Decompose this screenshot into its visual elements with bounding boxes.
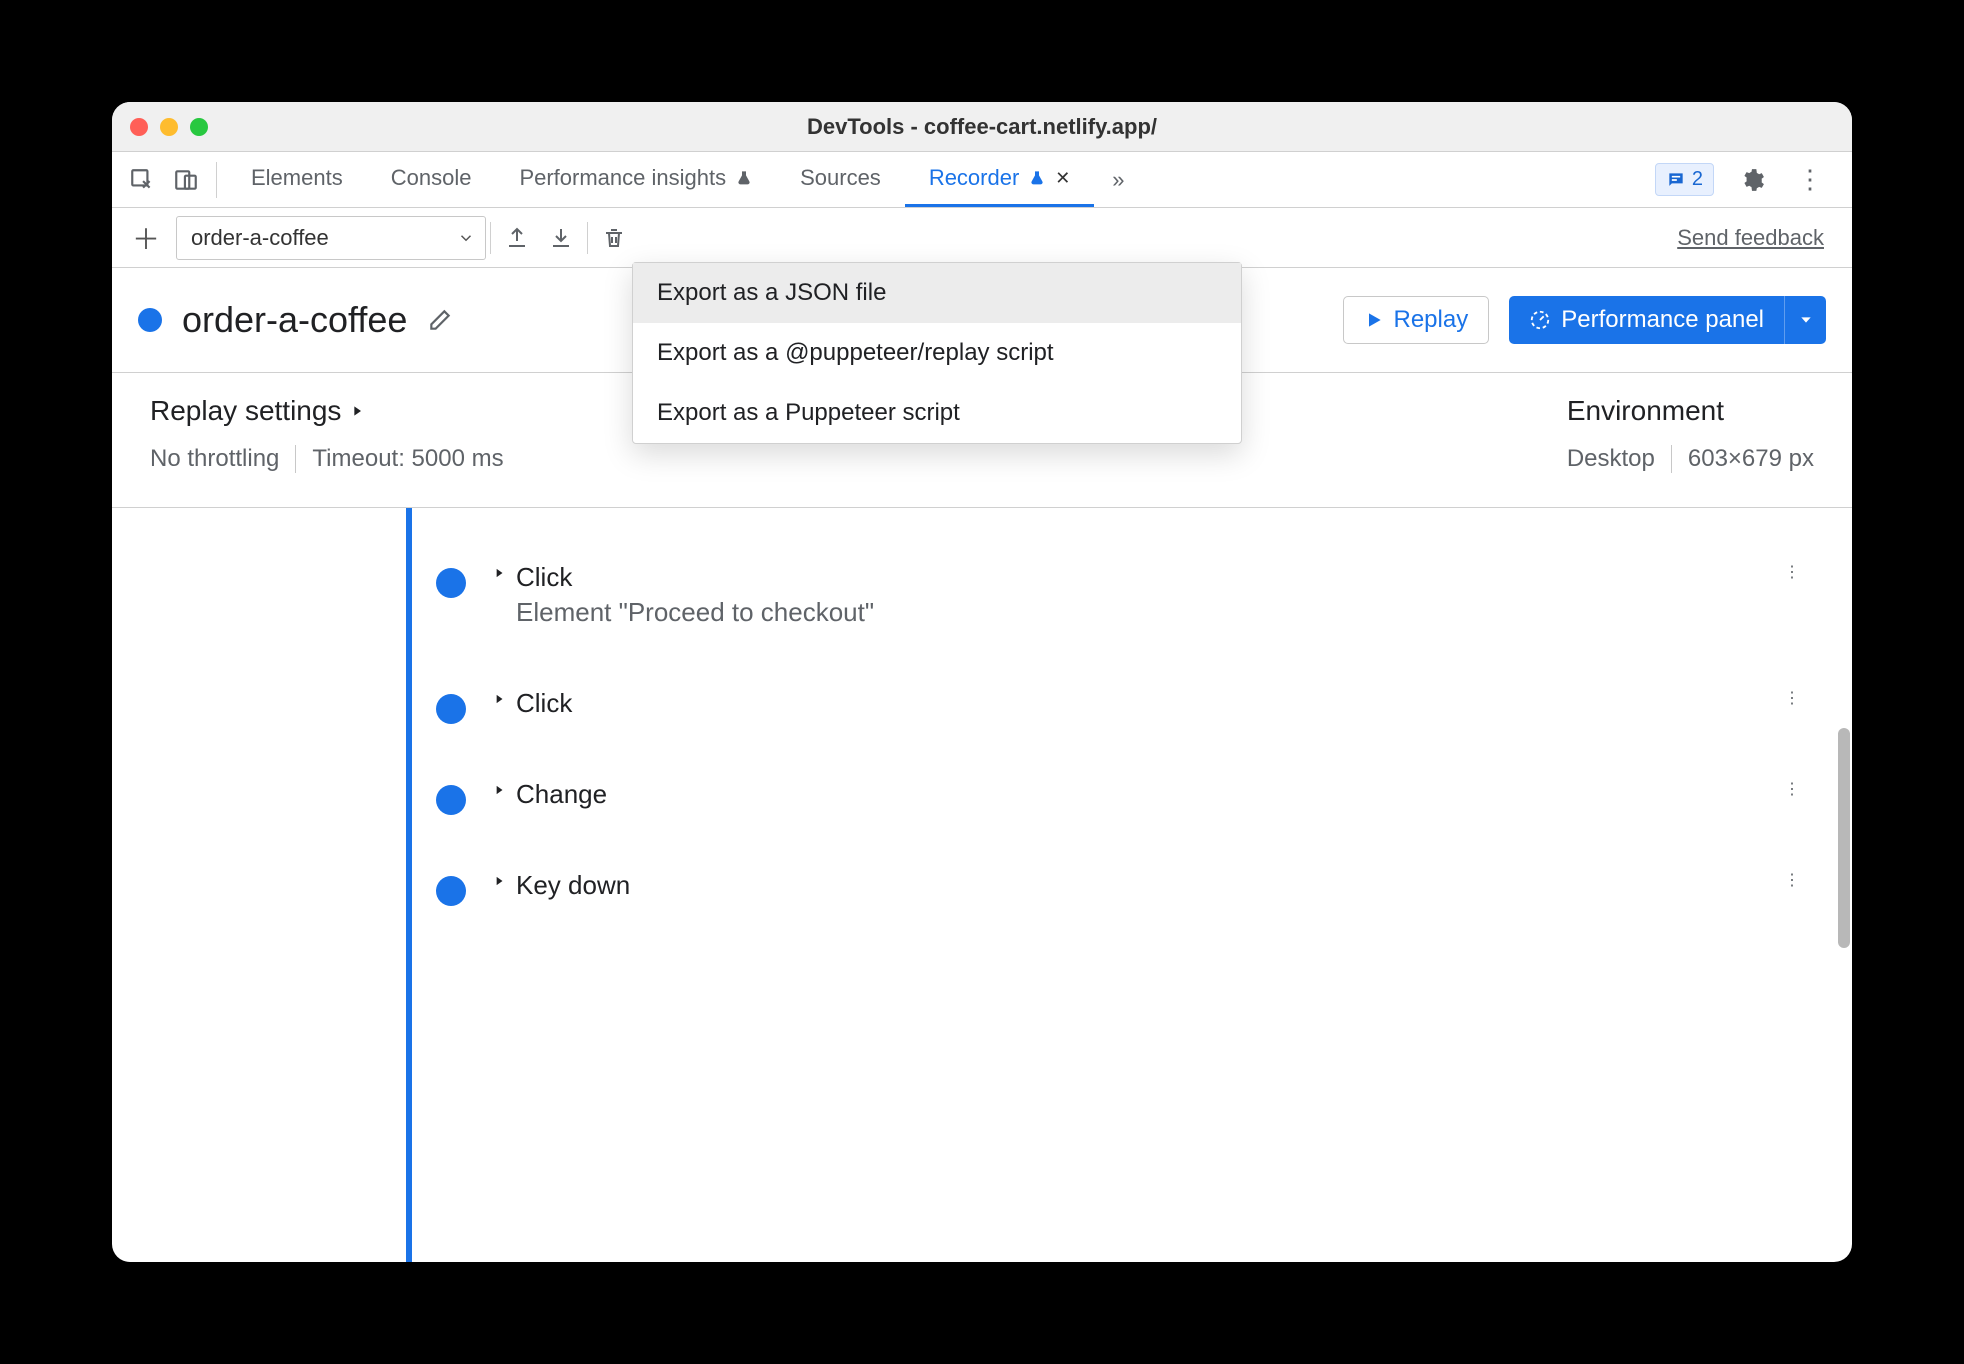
replay-settings: Replay settings No throttling Timeout: 5… <box>150 395 504 473</box>
devtools-window: DevTools - coffee-cart.netlify.app/ Elem… <box>112 102 1852 1262</box>
panel-tabs: Elements Console Performance insights So… <box>227 152 1094 207</box>
recording-select[interactable]: order-a-coffee <box>176 216 486 260</box>
export-icon[interactable] <box>495 216 539 260</box>
recorder-toolbar: ＋ order-a-coffee Send feedback Export as… <box>112 208 1852 268</box>
recording-status-dot <box>138 308 162 332</box>
issues-badge[interactable]: 2 <box>1655 163 1714 196</box>
tab-label: Console <box>391 165 472 191</box>
caret-right-icon <box>492 566 506 580</box>
performance-panel-split-button[interactable] <box>1784 296 1826 344</box>
replay-label: Replay <box>1394 306 1469 334</box>
step-dot <box>436 568 466 598</box>
chevron-down-icon <box>457 229 475 247</box>
step-row[interactable]: Change ⋮ <box>412 765 1812 856</box>
divider <box>216 162 217 198</box>
tab-label: Recorder <box>929 165 1019 191</box>
recording-select-value: order-a-coffee <box>191 225 329 251</box>
environment-heading: Environment <box>1567 395 1814 427</box>
steps-timeline: Click Element "Proceed to checkout" ⋮ Cl… <box>112 508 1852 1262</box>
issues-count: 2 <box>1692 168 1703 191</box>
triangle-down-icon <box>1798 312 1814 328</box>
step-row[interactable]: Click ⋮ <box>412 674 1812 765</box>
perf-label: Performance panel <box>1561 306 1764 334</box>
divider <box>1671 445 1672 473</box>
step-title: Change <box>516 779 607 810</box>
close-tab-icon[interactable]: ✕ <box>1055 168 1070 189</box>
tab-sources[interactable]: Sources <box>776 152 905 207</box>
tab-label: Sources <box>800 165 881 191</box>
new-recording-button[interactable]: ＋ <box>124 216 168 260</box>
throttling-value: No throttling <box>150 445 279 473</box>
dimensions-value: 603×679 px <box>1688 445 1814 473</box>
send-feedback-link[interactable]: Send feedback <box>1677 225 1824 251</box>
replay-settings-label: Replay settings <box>150 395 341 427</box>
step-title: Key down <box>516 870 630 901</box>
tab-label: Performance insights <box>519 165 726 191</box>
more-tabs-icon[interactable]: » <box>1098 160 1138 200</box>
performance-panel-button[interactable]: Performance panel <box>1509 296 1784 344</box>
export-menu-item[interactable]: Export as a @puppeteer/replay script <box>633 323 1241 383</box>
window-title: DevTools - coffee-cart.netlify.app/ <box>112 114 1852 140</box>
recording-title: order-a-coffee <box>182 299 407 341</box>
replay-button[interactable]: Replay <box>1343 296 1490 344</box>
environment-settings: Environment Desktop 603×679 px <box>1567 395 1814 473</box>
step-detail: Element "Proceed to checkout" <box>516 597 874 628</box>
tab-console[interactable]: Console <box>367 152 496 207</box>
toolbar-right: 2 ⋮ <box>1655 160 1842 200</box>
flask-icon <box>1029 168 1045 188</box>
titlebar: DevTools - coffee-cart.netlify.app/ <box>112 102 1852 152</box>
caret-right-icon <box>349 403 365 419</box>
timeout-value: Timeout: 5000 ms <box>312 445 503 473</box>
caret-right-icon <box>492 692 506 706</box>
divider <box>295 445 296 473</box>
delete-icon[interactable] <box>592 216 636 260</box>
export-menu-item[interactable]: Export as a Puppeteer script <box>633 383 1241 443</box>
inspect-element-icon[interactable] <box>122 160 162 200</box>
device-toolbar-icon[interactable] <box>166 160 206 200</box>
export-menu-item[interactable]: Export as a JSON file <box>633 263 1241 323</box>
step-more-icon[interactable]: ⋮ <box>1784 779 1802 799</box>
step-more-icon[interactable]: ⋮ <box>1784 870 1802 890</box>
edit-title-icon[interactable] <box>427 307 453 333</box>
step-dot <box>436 876 466 906</box>
device-value: Desktop <box>1567 445 1655 473</box>
export-menu: Export as a JSON file Export as a @puppe… <box>632 262 1242 444</box>
step-title: Click <box>516 688 572 719</box>
chat-icon <box>1666 170 1686 190</box>
replay-settings-heading[interactable]: Replay settings <box>150 395 504 427</box>
tab-elements[interactable]: Elements <box>227 152 367 207</box>
tab-label: Elements <box>251 165 343 191</box>
step-row[interactable]: Key down ⋮ <box>412 856 1812 947</box>
step-dot <box>436 785 466 815</box>
scrollbar-thumb[interactable] <box>1838 728 1850 948</box>
gauge-icon <box>1529 309 1551 331</box>
kebab-menu-icon[interactable]: ⋮ <box>1790 160 1830 200</box>
step-more-icon[interactable]: ⋮ <box>1784 688 1802 708</box>
step-title: Click <box>516 562 874 593</box>
step-dot <box>436 694 466 724</box>
play-icon <box>1364 310 1384 330</box>
tab-recorder[interactable]: Recorder ✕ <box>905 152 1095 207</box>
scrollbar[interactable] <box>1836 508 1852 1262</box>
step-row[interactable]: Click Element "Proceed to checkout" ⋮ <box>412 548 1812 674</box>
caret-right-icon <box>492 783 506 797</box>
step-more-icon[interactable]: ⋮ <box>1784 562 1802 582</box>
import-icon[interactable] <box>539 216 583 260</box>
flask-icon <box>736 168 752 188</box>
caret-right-icon <box>492 874 506 888</box>
tab-performance-insights[interactable]: Performance insights <box>495 152 776 207</box>
settings-gear-icon[interactable] <box>1732 160 1772 200</box>
tabbar: Elements Console Performance insights So… <box>112 152 1852 208</box>
